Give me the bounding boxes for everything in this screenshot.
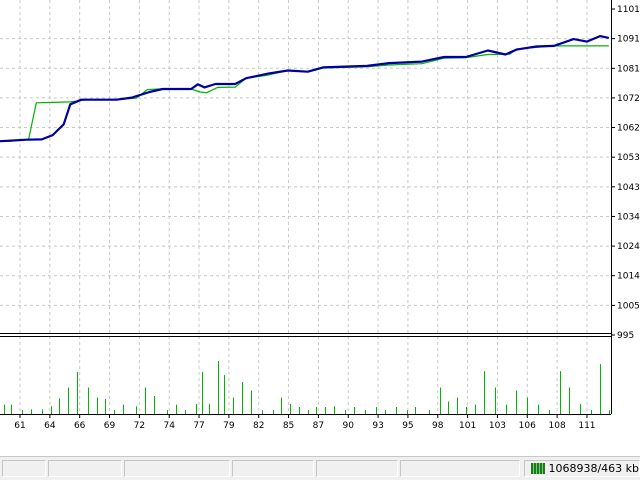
traffic-counter: 1068938/463 kb [548,462,639,475]
status-cell-6 [400,460,520,477]
status-cell-2 [48,460,122,477]
x-tick-label: 90 [343,421,355,431]
status-cell-5 [316,460,398,477]
y-tick-label: 1072 [617,94,640,104]
y-tick-label: 1101 [617,5,640,15]
x-tick-label: 98 [432,421,444,431]
x-tick-label: 95 [402,421,413,431]
x-tick-label: 108 [549,421,566,431]
y-tick-label: 1014 [617,272,640,282]
x-tick-label: 66 [74,421,86,431]
x-tick-label: 111 [578,421,595,431]
connection-bars-icon [531,463,546,474]
status-cell-4 [232,460,314,477]
y-tick-label: 1062 [617,124,640,134]
x-tick-label: 74 [163,421,175,431]
x-tick-label: 85 [283,421,294,431]
x-tick-label: 61 [14,421,25,431]
status-cell-1 [2,460,46,477]
y-tick-label: 1053 [617,153,640,163]
x-tick-label: 93 [372,421,383,431]
x-tick-label: 82 [253,421,264,431]
y-tick-label: 1091 [617,35,640,45]
y-tick-label: 1081 [617,64,640,74]
x-tick-label: 72 [134,421,145,431]
x-tick-label: 103 [489,421,506,431]
status-cell-traffic: 1068938/463 kb [524,460,640,477]
y-tick-label: 1034 [617,212,640,222]
y-tick-label: 1043 [617,183,640,193]
y-tick-label: 995 [617,331,634,341]
status-bar: 1068938/463 kb [0,456,640,480]
y-tick-label: 1005 [617,301,640,311]
x-tick-label: 87 [313,421,324,431]
status-cell-3 [124,460,230,477]
y-tick-label: 1024 [617,242,640,252]
x-tick-label: 64 [44,421,56,431]
x-tick-label: 101 [459,421,476,431]
x-tick-label: 77 [193,421,204,431]
x-tick-label: 106 [519,421,536,431]
x-tick-label: 79 [223,421,235,431]
x-tick-label: 69 [104,421,116,431]
chart: 1101 1091 1081 1072 1062 1053 1043 1034 1024 1014… [0,0,640,456]
